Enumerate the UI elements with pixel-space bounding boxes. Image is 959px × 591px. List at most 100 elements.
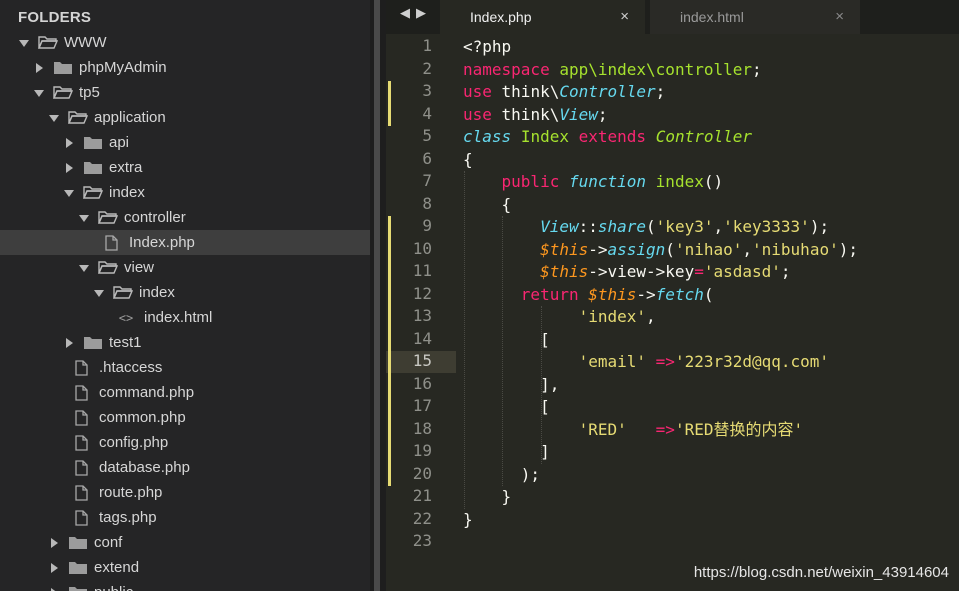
tab-label: Index.php [470, 9, 532, 25]
tree-item-label: index [109, 184, 145, 201]
chevron-down-icon[interactable] [63, 187, 75, 199]
chevron-down-icon[interactable] [48, 112, 60, 124]
tree-item-label: tp5 [79, 84, 100, 101]
chevron-down-icon[interactable] [33, 87, 45, 99]
file-config-php[interactable]: config.php [0, 430, 370, 455]
code-line: public function index() [463, 171, 724, 193]
tab-index-php[interactable]: Index.php × [440, 0, 645, 34]
back-arrow-icon[interactable]: ◀ [400, 6, 416, 21]
tree-item-label: database.php [99, 459, 190, 476]
line-number: 11 [412, 261, 432, 280]
code-token: 'email' [578, 352, 647, 371]
chevron-down-icon[interactable] [93, 287, 105, 299]
folder-extend[interactable]: extend [0, 555, 370, 580]
code-token: ], [463, 374, 560, 394]
code-line: [ [463, 396, 550, 418]
folder-api[interactable]: api [0, 130, 370, 155]
chevron-right-icon[interactable] [48, 562, 60, 574]
line-number: 15 [412, 351, 432, 370]
code-token: () [703, 172, 724, 191]
code-token: ; [780, 262, 791, 281]
tree-item-label: application [94, 109, 166, 126]
code-token: => [655, 419, 675, 439]
chevron-right-icon[interactable] [48, 537, 60, 549]
code-line: class Index extends Controller [463, 126, 752, 148]
line-number: 12 [412, 283, 432, 303]
folder-icon [83, 335, 103, 351]
tab-nav-arrows[interactable]: ◀▶ [400, 6, 432, 21]
tree-item-label: phpMyAdmin [79, 59, 167, 76]
forward-arrow-icon[interactable]: ▶ [416, 6, 432, 21]
file-route-php[interactable]: route.php [0, 480, 370, 505]
sidebar-scrollbar[interactable] [374, 0, 380, 591]
folder-conf[interactable]: conf [0, 530, 370, 555]
folder-view[interactable]: view [0, 255, 370, 280]
folder-phpmyadmin[interactable]: phpMyAdmin [0, 55, 370, 80]
chevron-down-icon[interactable] [18, 37, 30, 49]
folder-open-icon [38, 35, 58, 51]
folder-icon [68, 535, 88, 551]
code-token: = [694, 262, 704, 281]
close-icon[interactable]: × [620, 8, 629, 25]
line-number: 3 [422, 81, 432, 100]
line-number: 17 [412, 396, 432, 415]
sidebar: FOLDERS WWW phpMyAdmin tp5 application api ex… [0, 0, 370, 591]
chevron-right-icon[interactable] [33, 62, 45, 74]
code-token: function [568, 172, 647, 191]
close-icon[interactable]: × [835, 8, 844, 25]
chevron-right-icon[interactable] [48, 587, 60, 591]
folder-application[interactable]: application [0, 105, 370, 130]
chevron-down-icon[interactable] [78, 262, 90, 274]
folder-icon [68, 585, 88, 591]
chevron-right-icon[interactable] [63, 137, 75, 149]
code-token: namespace [463, 59, 550, 79]
line-number: 23 [412, 531, 432, 550]
code-token: Controller [559, 82, 656, 101]
file-tags-php[interactable]: tags.php [0, 505, 370, 530]
code-line: $this->assign('nihao','nibuhao'); [463, 239, 858, 261]
folder-index[interactable]: index [0, 280, 370, 305]
tree-item-label: index [139, 284, 175, 301]
file-icon [73, 434, 89, 451]
tree-item-label: route.php [99, 484, 163, 501]
code-token: ; [597, 104, 608, 124]
file-command-php[interactable]: command.php [0, 380, 370, 405]
folder-controller[interactable]: controller [0, 205, 370, 230]
folder-icon [68, 560, 88, 576]
code-token: ->view->key [588, 262, 695, 281]
file-index-html[interactable]: <> index.html [0, 305, 370, 330]
folder-tp5[interactable]: tp5 [0, 80, 370, 105]
chevron-down-icon[interactable] [78, 212, 90, 224]
code-token: ] [463, 442, 550, 461]
code-token: 'key3333' [723, 217, 810, 236]
tree-item-label: view [124, 259, 155, 276]
tree-item-label: controller [124, 209, 186, 226]
code-token: $this [540, 262, 589, 281]
chevron-right-icon[interactable] [63, 337, 75, 349]
code-token: think\ [491, 82, 560, 101]
code-line: } [463, 509, 473, 531]
folder-open-icon [53, 85, 73, 101]
tree-item-label: index.html [144, 309, 213, 326]
folder-index[interactable]: index [0, 180, 370, 205]
file-htaccess[interactable]: .htaccess [0, 355, 370, 380]
chevron-right-icon[interactable] [63, 162, 75, 174]
folder-extra[interactable]: extra [0, 155, 370, 180]
tab-index-html[interactable]: index.html × [650, 0, 860, 34]
file-index-php[interactable]: Index.php [0, 230, 370, 255]
folder-public[interactable]: public [0, 580, 370, 591]
code-token: use [463, 104, 492, 124]
code-token: 'index' [578, 307, 647, 326]
folder-open-icon [83, 185, 103, 201]
folder-test1[interactable]: test1 [0, 330, 370, 355]
folder-open-icon [68, 110, 88, 126]
folder-open-icon [113, 285, 133, 301]
file-database-php[interactable]: database.php [0, 455, 370, 480]
code-token: '223r32d@qq.com' [674, 352, 830, 371]
file-icon [73, 484, 89, 501]
file-icon [73, 384, 89, 401]
folder-www[interactable]: WWW [0, 30, 370, 55]
file-common-php[interactable]: common.php [0, 405, 370, 430]
code-editor[interactable]: 1 2 3 4 5 6 7 8 9 10 11 12 13 14 15 16 17 18 19 20 21 22 23 <?… [386, 34, 959, 591]
